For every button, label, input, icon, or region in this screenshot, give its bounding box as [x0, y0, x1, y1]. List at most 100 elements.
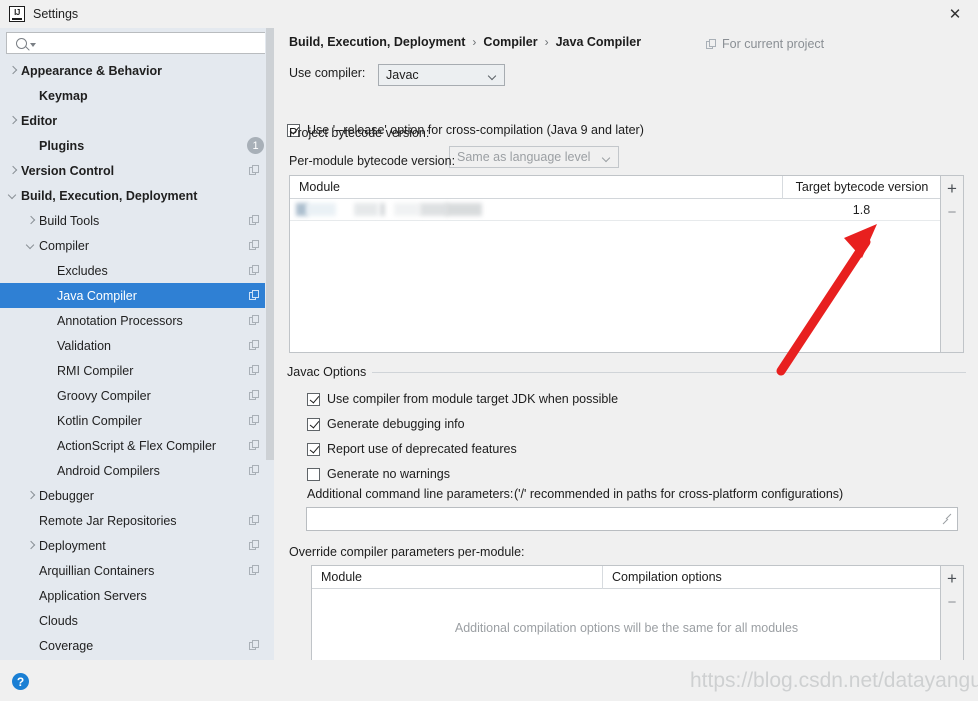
sidebar-item-build-tools[interactable]: Build Tools	[0, 208, 274, 233]
sidebar-scrollbar[interactable]	[265, 28, 274, 630]
add-override-button[interactable]: +	[941, 566, 963, 590]
copy-settings-icon[interactable]	[249, 440, 260, 451]
sidebar-item-application-servers[interactable]: Application Servers	[0, 583, 274, 608]
search-input[interactable]	[36, 35, 267, 51]
sidebar-item-build-execution-deployment[interactable]: Build, Execution, Deployment	[0, 183, 274, 208]
target-bytecode-cell[interactable]: 1.8	[782, 199, 941, 221]
copy-settings-icon[interactable]	[249, 465, 260, 476]
sidebar-item-compiler[interactable]: Compiler	[0, 233, 274, 258]
column-header-module[interactable]: Module	[312, 566, 602, 589]
remove-module-button[interactable]: −	[941, 200, 963, 224]
javac-option-0[interactable]: Use compiler from module target JDK when…	[307, 392, 618, 406]
sidebar-item-annotation-processors[interactable]: Annotation Processors	[0, 308, 274, 333]
sidebar-item-label: Remote Jar Repositories	[39, 513, 177, 528]
checkbox-icon	[307, 467, 320, 481]
chevron-down-icon[interactable]	[24, 239, 37, 252]
copy-settings-icon[interactable]	[249, 240, 260, 251]
javac-option-3[interactable]: Generate no warnings	[307, 467, 450, 481]
close-icon[interactable]: ✕	[932, 0, 978, 28]
sidebar-item-label: Android Compilers	[57, 463, 160, 478]
per-module-bytecode-label-row: Per-module bytecode version:	[289, 154, 455, 168]
breadcrumb-item-0[interactable]: Build, Execution, Deployment	[289, 35, 465, 49]
breadcrumb-item-1[interactable]: Compiler	[483, 35, 537, 49]
breadcrumb-separator-0: ›	[472, 35, 477, 49]
add-module-button[interactable]: +	[941, 176, 963, 200]
chevron-right-icon[interactable]	[6, 164, 19, 177]
sidebar-item-appearance-behavior[interactable]: Appearance & Behavior	[0, 58, 274, 83]
search-icon	[16, 37, 27, 49]
remove-override-button[interactable]: −	[941, 590, 963, 614]
sidebar-item-arquillian-containers[interactable]: Arquillian Containers	[0, 558, 274, 583]
sidebar-item-rmi-compiler[interactable]: RMI Compiler	[0, 358, 274, 383]
search-box[interactable]	[6, 32, 268, 54]
table-row[interactable]: 1.8	[290, 199, 941, 221]
additional-params-hint-row: ('/' recommended in paths for cross-plat…	[514, 487, 843, 501]
copy-settings-icon[interactable]	[249, 640, 260, 651]
override-table-body: Additional compilation options will be t…	[312, 589, 941, 666]
copy-settings-icon[interactable]	[249, 265, 260, 276]
javac-options-group-title: Javac Options	[287, 365, 373, 379]
window-title: Settings	[33, 7, 79, 21]
chevron-right-icon[interactable]	[24, 489, 37, 502]
sidebar-item-groovy-compiler[interactable]: Groovy Compiler	[0, 383, 274, 408]
sidebar-item-coverage[interactable]: Coverage	[0, 633, 274, 658]
sidebar-item-remote-jar-repositories[interactable]: Remote Jar Repositories	[0, 508, 274, 533]
javac-option-1[interactable]: Generate debugging info	[307, 417, 465, 431]
sidebar-item-android-compilers[interactable]: Android Compilers	[0, 458, 274, 483]
chevron-down-icon[interactable]	[6, 189, 19, 202]
additional-params-field[interactable]	[306, 507, 958, 531]
copy-settings-icon[interactable]	[249, 290, 260, 301]
use-compiler-select[interactable]: Javac	[378, 64, 505, 86]
copy-settings-icon[interactable]	[249, 165, 260, 176]
copy-settings-icon[interactable]	[249, 415, 260, 426]
sidebar-item-debugger[interactable]: Debugger	[0, 483, 274, 508]
sidebar-item-kotlin-compiler[interactable]: Kotlin Compiler	[0, 408, 274, 433]
copy-settings-icon[interactable]	[249, 315, 260, 326]
copy-settings-icon[interactable]	[249, 515, 260, 526]
expand-icon[interactable]	[942, 514, 952, 524]
sidebar-item-java-compiler[interactable]: Java Compiler	[0, 283, 274, 308]
sidebar-item-plugins[interactable]: Plugins 1	[0, 133, 274, 158]
sidebar-item-label: Groovy Compiler	[57, 388, 151, 403]
per-module-bytecode-table[interactable]: Module Target bytecode version 1.8 + −	[289, 175, 964, 353]
column-header-target-bytecode[interactable]: Target bytecode version	[783, 176, 941, 199]
settings-tree[interactable]: Appearance & Behavior Keymap Editor Plugins…	[0, 58, 274, 660]
settings-sidebar: Appearance & Behavior Keymap Editor Plugins…	[0, 28, 274, 660]
chevron-right-icon[interactable]	[24, 539, 37, 552]
sidebar-item-keymap[interactable]: Keymap	[0, 83, 274, 108]
copy-settings-icon[interactable]	[249, 565, 260, 576]
sidebar-item-clouds[interactable]: Clouds	[0, 608, 274, 633]
chevron-right-icon[interactable]	[24, 214, 37, 227]
sidebar-item-excludes[interactable]: Excludes	[0, 258, 274, 283]
project-bytecode-select[interactable]: Same as language level	[449, 146, 619, 168]
column-header-compilation-options[interactable]: Compilation options	[603, 566, 941, 589]
project-scope-icon	[706, 38, 717, 50]
copy-settings-icon[interactable]	[249, 340, 260, 351]
copy-settings-icon[interactable]	[249, 390, 260, 401]
copy-settings-icon[interactable]	[249, 365, 260, 376]
javac-option-2[interactable]: Report use of deprecated features	[307, 442, 517, 456]
help-button[interactable]: ?	[12, 673, 29, 690]
checkbox-icon	[307, 392, 320, 406]
sidebar-item-label: Excludes	[57, 263, 108, 278]
sidebar-item-actionscript-flex-compiler[interactable]: ActionScript & Flex Compiler	[0, 433, 274, 458]
project-bytecode-value: Same as language level	[457, 150, 591, 164]
column-header-module[interactable]: Module	[290, 176, 782, 199]
module-cell[interactable]	[290, 199, 782, 221]
sidebar-item-deployment[interactable]: Deployment	[0, 533, 274, 558]
sidebar-item-validation[interactable]: Validation	[0, 333, 274, 358]
sidebar-item-label: Arquillian Containers	[39, 563, 155, 578]
sidebar-item-editor[interactable]: Editor	[0, 108, 274, 133]
override-params-table[interactable]: Module Compilation options Additional co…	[311, 565, 964, 666]
copy-settings-icon[interactable]	[249, 540, 260, 551]
copy-settings-icon[interactable]	[249, 215, 260, 226]
sidebar-scrollbar-thumb[interactable]	[266, 28, 274, 460]
chevron-right-icon[interactable]	[6, 64, 19, 77]
chevron-right-icon[interactable]	[6, 114, 19, 127]
sidebar-item-version-control[interactable]: Version Control	[0, 158, 274, 183]
project-bytecode-row: Project bytecode version:	[289, 126, 429, 140]
sidebar-item-label: Version Control	[21, 163, 115, 178]
